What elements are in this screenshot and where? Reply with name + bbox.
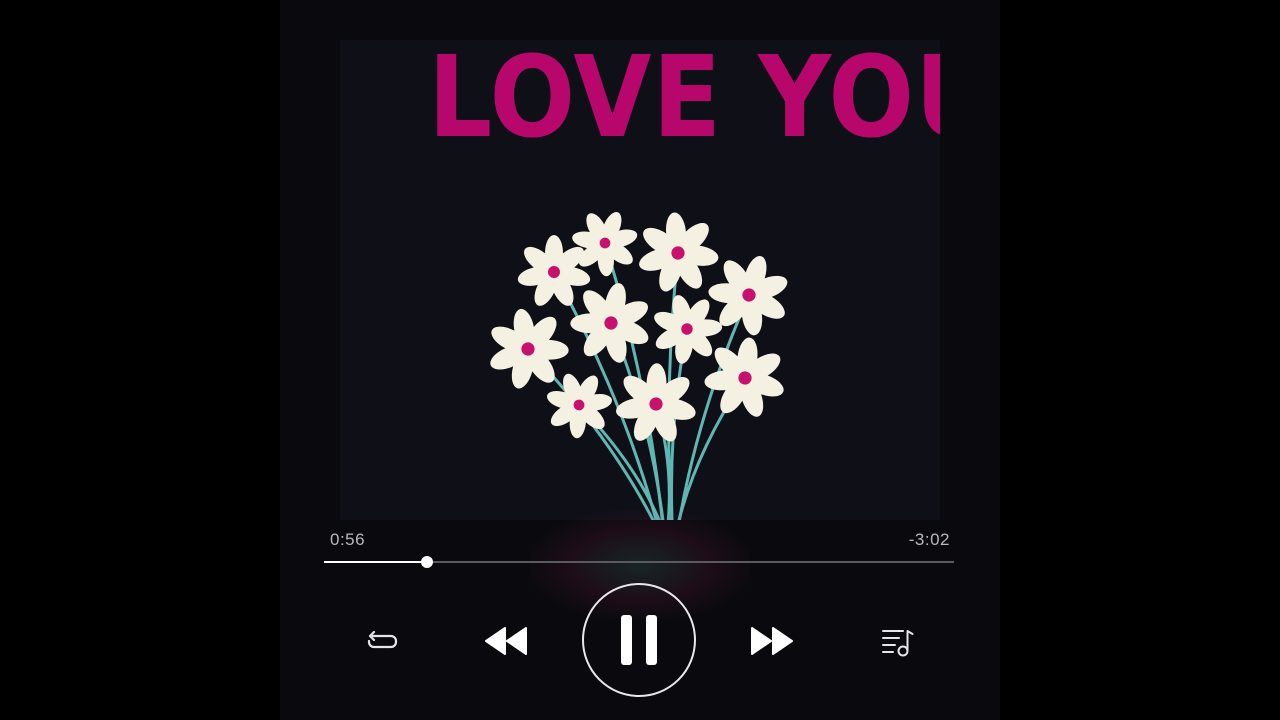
screen: LOVE YOU 0:56 -3:02 (0, 0, 1280, 720)
fast-forward-icon (751, 627, 793, 655)
time-elapsed: 0:56 (330, 530, 366, 549)
time-remaining: -3:02 (908, 530, 950, 549)
repeat-icon (367, 630, 398, 649)
playlist-music-icon (882, 630, 914, 657)
seek-bar[interactable] (324, 552, 954, 572)
artwork-title: LOVE YOU (428, 40, 940, 163)
play-pause-button[interactable] (582, 583, 696, 697)
queue-button[interactable] (878, 622, 918, 662)
next-button[interactable] (746, 618, 798, 664)
rewind-icon (485, 627, 527, 655)
pause-icon (621, 615, 657, 665)
previous-button[interactable] (480, 618, 532, 664)
seek-handle[interactable] (421, 556, 433, 568)
daisy-center (548, 266, 560, 278)
album-artwork: LOVE YOU (340, 40, 940, 520)
music-player: LOVE YOU 0:56 -3:02 (280, 0, 1000, 720)
repeat-button[interactable] (362, 622, 402, 662)
seek-progress (324, 561, 427, 563)
